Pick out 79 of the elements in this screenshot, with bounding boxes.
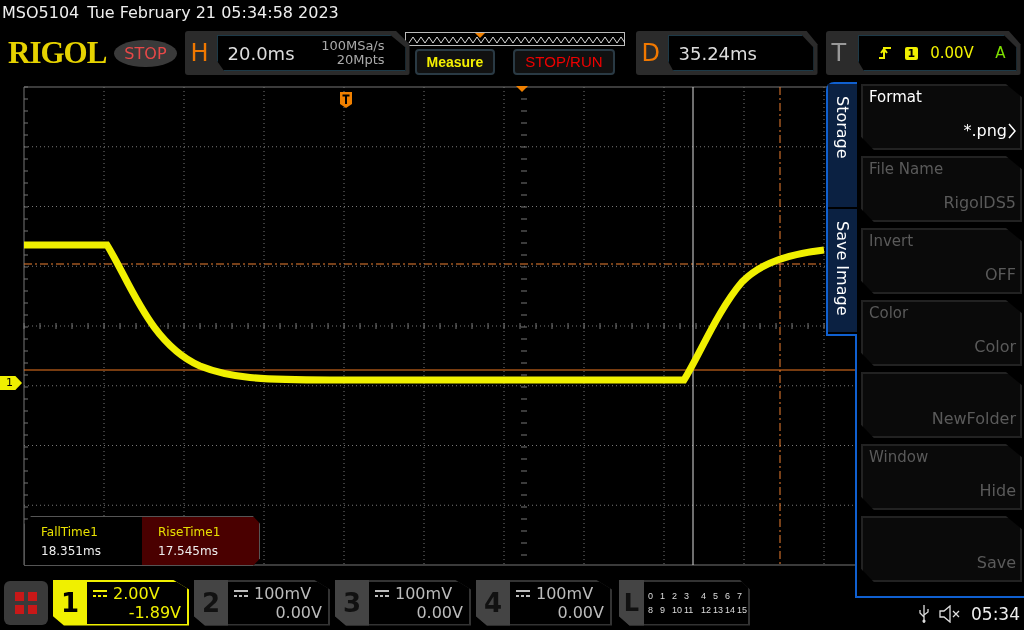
horizontal-panel[interactable]: H 20.0ms 100MSa/s 20Mpts: [184, 31, 410, 75]
trigger-level: 0.00V: [930, 44, 974, 62]
channel-panel[interactable]: 1 2.00V -1.89V: [53, 579, 189, 626]
measurement-label: RiseTime1: [158, 524, 222, 539]
menu-item-value: OFF: [985, 265, 1016, 284]
trigger-panel[interactable]: T 1 0.00V A: [825, 31, 1021, 75]
channel-offset: 0.00V: [556, 602, 604, 622]
menu-item-value: Hide: [979, 481, 1016, 500]
dc-coupling-icon: [93, 589, 107, 597]
channel-number: 1: [59, 586, 81, 620]
channel-offset: 0.00V: [274, 602, 322, 622]
stop-run-button[interactable]: STOP/RUN: [513, 48, 615, 75]
trigger-position-icon: [340, 92, 352, 108]
trigger-point-icon: [516, 86, 528, 92]
dc-coupling-icon: [375, 589, 389, 597]
measurement-label: FallTime1: [41, 524, 99, 539]
measurement-item[interactable]: RiseTime1 17.545ms: [142, 517, 259, 565]
measurement-value: 18.351ms: [41, 543, 102, 558]
run-state-indicator: STOP: [114, 39, 177, 67]
menu-button[interactable]: [4, 580, 48, 625]
logic-channel-number: 14: [725, 604, 736, 615]
logic-channel-number: 5: [713, 590, 719, 601]
date-time: Tue February 21 05:34:58 2023: [87, 2, 339, 22]
menu-item-value: Color: [974, 337, 1016, 356]
channel-scale: 2.00V: [113, 583, 160, 603]
menu-item[interactable]: Format *.png: [861, 84, 1022, 150]
menu-item-label: Invert: [869, 232, 915, 252]
trigger-mode: A: [995, 44, 1006, 62]
channel-scale: 100mV: [536, 583, 594, 603]
horizontal-label: H: [190, 39, 210, 67]
usb-icon: [919, 605, 929, 623]
delay-label: D: [641, 39, 661, 67]
brand-logo: RIGOL: [8, 35, 107, 71]
clock: 05:34: [971, 604, 1020, 624]
measurement-value: 17.545ms: [158, 543, 219, 558]
menu-item-label: File Name: [869, 160, 945, 180]
logic-channel-number: 8: [648, 604, 654, 615]
menu-tab[interactable]: Storage: [828, 84, 857, 209]
logic-channel-number: 1: [660, 590, 666, 601]
timebase-value: 20.0ms: [227, 42, 295, 64]
memory-depth: 20Mpts: [336, 53, 385, 67]
logic-channel-number: 12: [701, 604, 712, 615]
menu-item-label: Color: [869, 304, 910, 324]
delay-value: 35.24ms: [678, 42, 757, 64]
menu-item-value: RigolDS5: [943, 193, 1016, 212]
channel-offset: 0.00V: [415, 602, 463, 622]
trigger-source-badge: 1: [904, 46, 919, 60]
delay-panel[interactable]: D 35.24ms: [635, 31, 818, 75]
logic-channel-number: 15: [737, 604, 748, 615]
logic-channel-number: 0: [648, 590, 654, 601]
menu-item-value: Save: [976, 553, 1016, 572]
logic-channel-number: 7: [737, 590, 743, 601]
logic-channel-number: 4: [701, 590, 707, 601]
logic-channel-number: 10: [672, 604, 683, 615]
menu-item-value: *.png: [963, 121, 1007, 140]
logic-channel-number: 11: [684, 604, 695, 615]
measure-button[interactable]: Measure: [414, 48, 496, 75]
grid-icon: [15, 591, 37, 614]
trigger-label: T: [831, 39, 848, 67]
logic-channel-number: 3: [684, 590, 690, 601]
logic-channel-number: 13: [713, 604, 724, 615]
speaker-muted-icon: [939, 605, 961, 623]
channel-marker[interactable]: 1: [0, 376, 22, 390]
dc-coupling-icon: [516, 589, 530, 597]
menu-item-label: Format: [869, 88, 923, 108]
rising-edge-icon: [878, 46, 893, 60]
channel-scale: 100mV: [395, 583, 453, 603]
menu-item-value: NewFolder: [931, 409, 1016, 428]
channel-offset: -1.89V: [127, 602, 181, 622]
logic-channel-number: 9: [660, 604, 666, 615]
dc-coupling-icon: [234, 589, 248, 597]
model-name: MSO5104: [2, 2, 80, 22]
logic-channel-number: 2: [672, 590, 678, 601]
channel-scale: 100mV: [254, 583, 312, 603]
measurement-item[interactable]: FallTime1 18.351ms: [25, 517, 142, 565]
sample-rate: 100MSa/s: [321, 39, 385, 53]
logic-channel-number: 6: [725, 590, 731, 601]
menu-item-label: Window: [869, 448, 930, 468]
chevron-right-icon: [1008, 122, 1016, 139]
